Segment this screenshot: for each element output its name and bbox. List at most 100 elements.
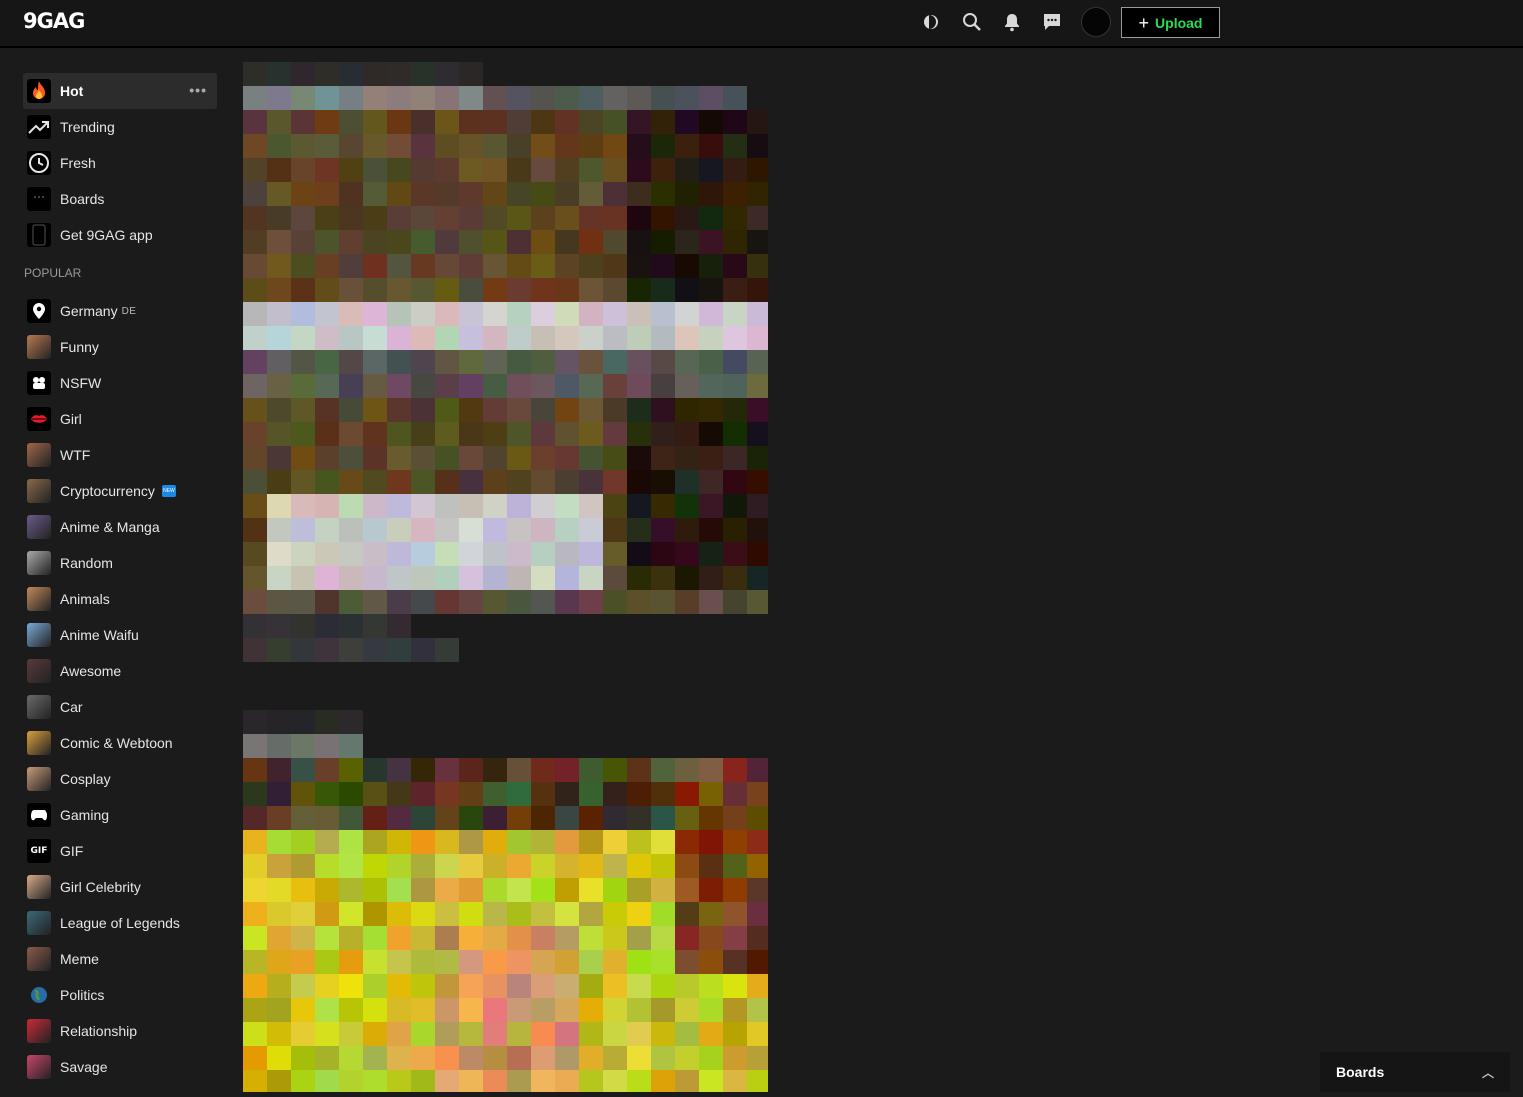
sidebar-item-label: Get 9GAG app [60,227,153,243]
sidebar-item-label: GIF [60,843,84,859]
phone-icon [27,223,51,247]
popular-section-title: POPULAR [24,266,82,280]
trending-icon [27,115,51,139]
sidebar-item-label: Gaming [60,807,110,823]
boards-panel-label: Boards [1336,1064,1385,1080]
sidebar-item-label: WTF [60,447,91,463]
location-pin-icon [27,299,51,323]
savage-thumb [27,1055,51,1079]
search-icon[interactable] [961,11,983,33]
sidebar-item-wtf[interactable]: WTF [23,437,217,473]
lol-thumb [27,911,51,935]
sidebar-item-label: Anime & Manga [60,519,160,535]
post-feed [243,62,771,1097]
sidebar-item-cryptocurrency[interactable]: Cryptocurrency NEW [23,473,217,509]
funny-thumb [27,335,51,359]
sidebar-item-animals[interactable]: Animals [23,581,217,617]
sidebar-item-label: League of Legends [60,915,180,931]
waifu-thumb [27,623,51,647]
sidebar-item-label: Hot [60,83,84,99]
sidebar-item-label: Comic & Webtoon [60,735,173,751]
clock-icon [27,151,51,175]
user-avatar[interactable] [1081,7,1111,37]
sidebar-item-label: Savage [60,1059,108,1075]
car-thumb [27,695,51,719]
sidebar-item-gaming[interactable]: Gaming [23,797,217,833]
sidebar-item-politics[interactable]: Politics [23,977,217,1013]
new-badge: NEW [161,485,176,497]
sidebar-item-label: Trending [60,119,115,135]
sidebar-item-label: Cosplay [60,771,111,787]
wtf-thumb [27,443,51,467]
cosplay-thumb [27,767,51,791]
crypto-thumb [27,479,51,503]
bell-icon[interactable] [1001,11,1023,33]
sidebar-item-label: Awesome [60,663,122,679]
sidebar-item-meme[interactable]: Meme [23,941,217,977]
sidebar-item-comic-webtoon[interactable]: Comic & Webtoon [23,725,217,761]
moon-icon[interactable] [922,11,944,33]
sidebar-item-league-of-legends[interactable]: League of Legends [23,905,217,941]
sidebar-item-label: Girl [60,411,82,427]
boards-panel[interactable]: Boards ︿ [1320,1052,1510,1092]
sidebar-item-nsfw[interactable]: NSFW [23,365,217,401]
globe-icon [27,983,51,1007]
sidebar: Hot ••• Trending Fresh Boards Get 9GAG app PO… [23,73,217,1085]
meme-thumb [27,947,51,971]
sidebar-item-label: Funny [60,339,99,355]
sidebar-item-label: NSFW [60,375,102,391]
sidebar-item-anime-manga[interactable]: Anime & Manga [23,509,217,545]
post-media-pixelated[interactable] [243,62,771,1094]
plus-icon: + [1138,12,1150,33]
logo[interactable]: 9GAG [23,9,85,33]
sidebar-item-label: Relationship [60,1023,138,1039]
country-tag: DE [121,305,137,317]
sidebar-item-gif[interactable]: GIF GIF [23,833,217,869]
sidebar-item-label: Car [60,699,83,715]
celebrity-thumb [27,875,51,899]
gamepad-icon [27,803,51,827]
sidebar-item-relationship[interactable]: Relationship [23,1013,217,1049]
sidebar-item-label: Girl Celebrity [60,879,141,895]
sidebar-item-girl-celebrity[interactable]: Girl Celebrity [23,869,217,905]
sidebar-item-boards[interactable]: Boards [23,181,217,217]
gif-icon: GIF [27,839,51,863]
sidebar-item-fresh[interactable]: Fresh [23,145,217,181]
sidebar-item-random[interactable]: Random [23,545,217,581]
sidebar-item-label: Germany [60,303,118,319]
upload-label: Upload [1155,14,1203,31]
sidebar-item-savage[interactable]: Savage [23,1049,217,1085]
sidebar-item-get-9gag-app[interactable]: Get 9GAG app [23,217,217,253]
sidebar-item-label: Cryptocurrency [60,483,155,499]
sidebar-item-label: Meme [60,951,99,967]
awesome-thumb [27,659,51,683]
sidebar-item-awesome[interactable]: Awesome [23,653,217,689]
sidebar-item-germany[interactable]: Germany DE [23,293,217,329]
sidebar-item-trending[interactable]: Trending [23,109,217,145]
sidebar-item-girl[interactable]: Girl [23,401,217,437]
lips-icon [27,407,51,431]
sidebar-item-funny[interactable]: Funny [23,329,217,365]
sidebar-item-label: Anime Waifu [60,627,139,643]
sidebar-item-cosplay[interactable]: Cosplay [23,761,217,797]
upload-button[interactable]: + Upload [1121,7,1220,38]
sidebar-item-car[interactable]: Car [23,689,217,725]
boards-icon [27,187,51,211]
sidebar-item-anime-waifu[interactable]: Anime Waifu [23,617,217,653]
anime-thumb [27,515,51,539]
main-nav: Hot ••• Trending Fresh Boards Get 9GAG app [23,73,217,253]
sidebar-item-label: Fresh [60,155,96,171]
animals-thumb [27,587,51,611]
chevron-up-icon[interactable]: ︿ [1482,1064,1494,1081]
chat-icon[interactable] [1041,11,1063,33]
popular-nav: Germany DE Funny NSFW Girl WTF Cryptocurrency N… [23,293,217,1085]
comic-thumb [27,731,51,755]
sidebar-item-label: Boards [60,191,105,207]
top-bar: 9GAG + Upload [0,0,1523,48]
sidebar-item-label: Politics [60,987,105,1003]
fire-icon [27,79,51,103]
sidebar-item-hot[interactable]: Hot ••• [23,73,217,109]
sidebar-item-label: Animals [60,591,110,607]
random-thumb [27,551,51,575]
more-options-icon[interactable]: ••• [189,82,207,98]
